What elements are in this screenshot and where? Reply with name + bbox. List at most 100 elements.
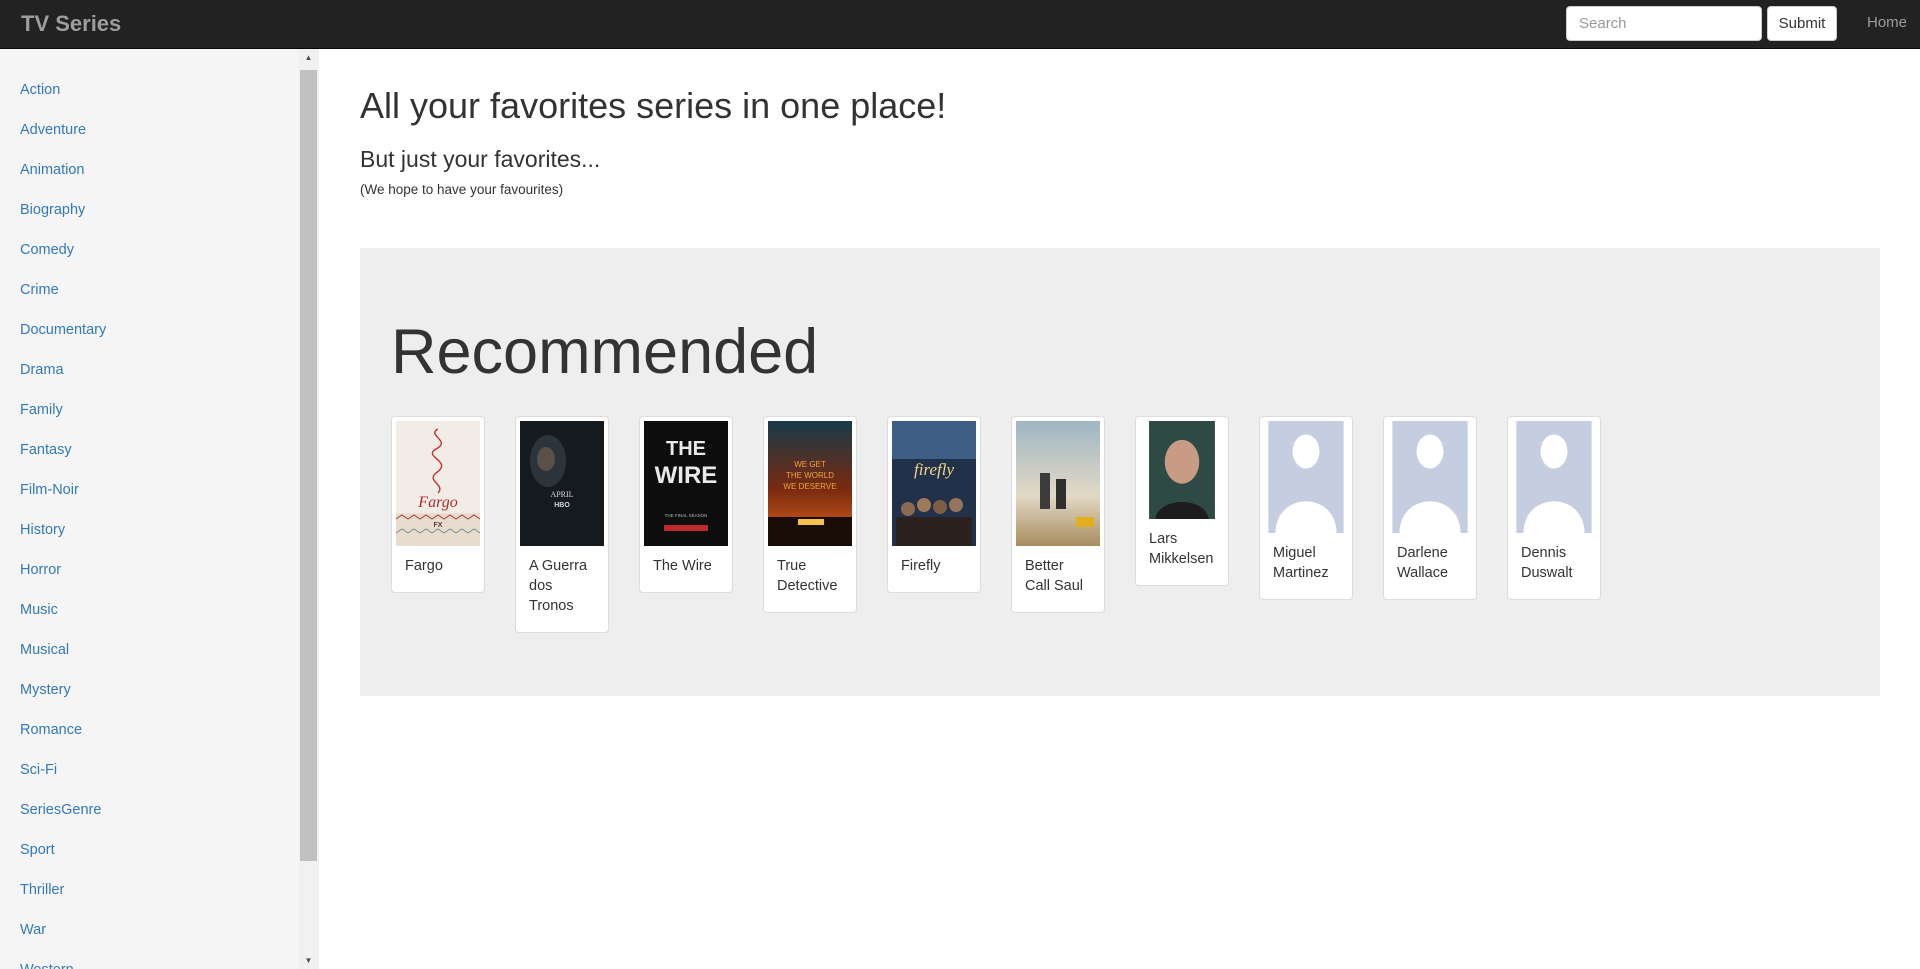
- placeholder-avatar[interactable]: [1264, 421, 1348, 533]
- scroll-down-arrow-icon[interactable]: ▼: [299, 952, 318, 969]
- genre-link-history[interactable]: History: [20, 520, 65, 540]
- actor-card-darlene-wallace[interactable]: Darlene Wallace: [1383, 416, 1477, 600]
- the-wire-poster[interactable]: THE WIRE THE FINAL SEASON: [644, 421, 728, 546]
- svg-text:WE DESERVE: WE DESERVE: [783, 482, 836, 491]
- search-input[interactable]: [1566, 6, 1762, 41]
- genre-link-sport[interactable]: Sport: [20, 840, 55, 860]
- series-title: A Guerra dos Tronos: [529, 558, 588, 614]
- page-note: (We hope to have your favourites): [360, 182, 564, 197]
- svg-text:WIRE: WIRE: [655, 462, 718, 489]
- genre-link-adventure[interactable]: Adventure: [20, 120, 86, 140]
- genre-item: Biography: [0, 200, 318, 240]
- actor-name: Miguel Martinez: [1273, 545, 1329, 581]
- genre-link-biography[interactable]: Biography: [20, 200, 85, 220]
- series-card-true-detective[interactable]: WE GET THE WORLD WE DESERVE True Detecti…: [763, 416, 857, 613]
- series-card-a-guerra-dos-tronos[interactable]: APRIL HBO A Guerra dos Tronos: [515, 416, 609, 633]
- actor-card-lars-mikkelsen[interactable]: Lars Mikkelsen: [1135, 416, 1229, 586]
- genre-item: Thriller: [0, 880, 318, 920]
- genre-item: Horror: [0, 560, 318, 600]
- actor-name: Lars Mikkelsen: [1149, 531, 1214, 567]
- actor-card-dennis-duswalt[interactable]: Dennis Duswalt: [1507, 416, 1601, 600]
- genre-item: Western: [0, 960, 318, 969]
- series-title: Better Call Saul: [1025, 558, 1084, 594]
- svg-text:FX: FX: [434, 522, 443, 529]
- fargo-poster[interactable]: Fargo FX: [396, 421, 480, 546]
- recommended-panel: Recommended Fargo FX Fargo APRIL HBO A G…: [360, 248, 1880, 696]
- genre-link-comedy[interactable]: Comedy: [20, 240, 74, 260]
- genre-link-musical[interactable]: Musical: [20, 640, 69, 660]
- genre-link-action[interactable]: Action: [20, 80, 60, 100]
- better-call-saul-poster[interactable]: [1016, 421, 1100, 546]
- actor-photo[interactable]: [1148, 421, 1216, 519]
- scrollbar-thumb[interactable]: [300, 70, 317, 861]
- svg-text:HBO: HBO: [554, 502, 570, 509]
- genre-link-documentary[interactable]: Documentary: [20, 320, 106, 340]
- scroll-up-arrow-icon[interactable]: ▲: [299, 49, 318, 66]
- genre-link-animation[interactable]: Animation: [20, 160, 84, 180]
- genre-link-drama[interactable]: Drama: [20, 360, 64, 380]
- series-card-fargo[interactable]: Fargo FX Fargo: [391, 416, 485, 593]
- firefly-poster[interactable]: firefly: [892, 421, 976, 546]
- genre-item: Sci-Fi: [0, 760, 318, 800]
- genre-link-horror[interactable]: Horror: [20, 560, 61, 580]
- genre-link-family[interactable]: Family: [20, 400, 63, 420]
- genre-item: Animation: [0, 160, 318, 200]
- genre-link-mystery[interactable]: Mystery: [20, 680, 71, 700]
- home-link[interactable]: Home: [1867, 14, 1907, 31]
- genre-item: Sport: [0, 840, 318, 880]
- genre-item: Action: [0, 80, 318, 120]
- genre-link-sci-fi[interactable]: Sci-Fi: [20, 760, 57, 780]
- series-card-the-wire[interactable]: THE WIRE THE FINAL SEASON The Wire: [639, 416, 733, 593]
- submit-button[interactable]: Submit: [1767, 6, 1837, 41]
- svg-text:THE: THE: [666, 438, 706, 460]
- page-headline: All your favorites series in one place!: [360, 85, 947, 126]
- genre-link-music[interactable]: Music: [20, 600, 58, 620]
- genre-item: Drama: [0, 360, 318, 400]
- genre-item: Documentary: [0, 320, 318, 360]
- svg-text:THE WORLD: THE WORLD: [786, 471, 834, 480]
- brand-link[interactable]: TV Series: [21, 11, 121, 37]
- genre-list: Action Adventure Animation Biography Com…: [0, 49, 318, 969]
- actor-card-miguel-martinez[interactable]: Miguel Martinez: [1259, 416, 1353, 600]
- game-of-thrones-poster[interactable]: APRIL HBO: [520, 421, 604, 546]
- svg-text:firefly: firefly: [914, 460, 954, 479]
- genre-link-seriesgenre[interactable]: SeriesGenre: [20, 800, 101, 820]
- series-title: The Wire: [653, 558, 712, 574]
- svg-text:Fargo: Fargo: [417, 494, 457, 511]
- genre-item: Film-Noir: [0, 480, 318, 520]
- genre-link-fantasy[interactable]: Fantasy: [20, 440, 72, 460]
- genre-item: Crime: [0, 280, 318, 320]
- sidebar-scrollbar[interactable]: ▲ ▼: [299, 49, 318, 969]
- genre-item: Fantasy: [0, 440, 318, 480]
- series-title: Firefly: [901, 558, 941, 574]
- genre-item: SeriesGenre: [0, 800, 318, 840]
- genre-item: Adventure: [0, 120, 318, 160]
- genre-item: War: [0, 920, 318, 960]
- genre-link-crime[interactable]: Crime: [20, 280, 59, 300]
- series-title: True Detective: [777, 558, 838, 594]
- genre-item: History: [0, 520, 318, 560]
- genre-item: Romance: [0, 720, 318, 760]
- placeholder-avatar[interactable]: [1388, 421, 1472, 533]
- true-detective-poster[interactable]: WE GET THE WORLD WE DESERVE: [768, 421, 852, 546]
- svg-text:THE FINAL SEASON: THE FINAL SEASON: [665, 513, 708, 518]
- svg-text:APRIL: APRIL: [550, 490, 573, 499]
- genre-link-romance[interactable]: Romance: [20, 720, 82, 740]
- genre-link-film-noir[interactable]: Film-Noir: [20, 480, 79, 500]
- svg-text:WE GET: WE GET: [794, 460, 826, 469]
- series-title: Fargo: [405, 558, 443, 574]
- genre-link-war[interactable]: War: [20, 920, 46, 940]
- genre-item: Music: [0, 600, 318, 640]
- genre-link-thriller[interactable]: Thriller: [20, 880, 64, 900]
- genre-item: Mystery: [0, 680, 318, 720]
- genre-link-western[interactable]: Western: [20, 960, 74, 969]
- series-card-better-call-saul[interactable]: Better Call Saul: [1011, 416, 1105, 613]
- genre-item: Family: [0, 400, 318, 440]
- actor-name: Darlene Wallace: [1397, 545, 1449, 581]
- placeholder-avatar[interactable]: [1512, 421, 1596, 533]
- genre-item: Musical: [0, 640, 318, 680]
- genre-item: Comedy: [0, 240, 318, 280]
- top-navbar: TV Series Submit Home: [0, 0, 1920, 49]
- series-card-firefly[interactable]: firefly Firefly: [887, 416, 981, 593]
- genre-sidebar: Action Adventure Animation Biography Com…: [0, 49, 319, 969]
